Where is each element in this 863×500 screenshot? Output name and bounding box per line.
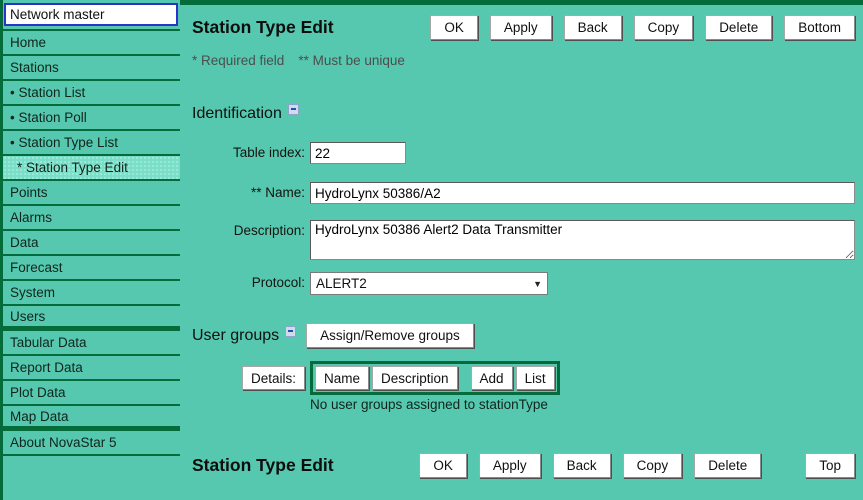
header-title-row: Station Type Edit OK Apply Back Copy Del… <box>192 14 855 40</box>
sidebar-item-alarms[interactable]: Alarms <box>3 206 180 231</box>
footer-button-row: OK Apply Back Copy Delete Top <box>419 452 855 478</box>
required-field-note: * Required field <box>192 53 285 68</box>
name-row: ** Name: <box>192 182 855 204</box>
sidebar-item-report-data[interactable]: Report Data <box>3 356 180 381</box>
bottom-button[interactable]: Bottom <box>784 14 855 40</box>
no-user-groups-message: No user groups assigned to stationType <box>310 397 548 412</box>
network-selector-row: Network master <box>3 0 180 31</box>
sidebar-item-home[interactable]: Home <box>3 31 180 56</box>
sidebar-item-map-data[interactable]: Map Data <box>3 406 180 431</box>
sidebar-item-station-type-edit[interactable]: * Station Type Edit <box>3 156 180 181</box>
sidebar: Network master Home Stations • Station L… <box>0 0 180 500</box>
sidebar-item-station-list[interactable]: • Station List <box>3 81 180 106</box>
minus-glyph <box>288 330 294 332</box>
network-selector-label: Network master <box>10 7 105 22</box>
sidebar-item-data[interactable]: Data <box>3 231 180 256</box>
delete-button[interactable]: Delete <box>705 14 773 40</box>
unique-field-note: ** Must be unique <box>298 53 405 68</box>
details-button[interactable]: Details: <box>241 366 305 390</box>
sidebar-item-points[interactable]: Points <box>3 181 180 206</box>
header-button-row: OK Apply Back Copy Delete Bottom <box>430 14 855 40</box>
user-groups-heading: User groups <box>192 327 280 344</box>
delete-button[interactable]: Delete <box>694 452 762 478</box>
top-button[interactable]: Top <box>805 452 855 478</box>
sidebar-item-station-poll[interactable]: • Station Poll <box>3 106 180 131</box>
copy-button[interactable]: Copy <box>622 452 683 478</box>
identification-heading-row: Identification <box>192 103 855 124</box>
collapse-icon[interactable] <box>285 325 297 337</box>
table-index-row: Table index: <box>192 142 855 164</box>
sidebar-item-forecast[interactable]: Forecast <box>3 256 180 281</box>
protocol-row: Protocol: ALERT2 ▼ <box>192 272 855 295</box>
user-groups-details-row: Details: Name Description Add List <box>192 361 855 395</box>
sidebar-item-about-novastar[interactable]: About NovaStar 5 <box>3 431 180 456</box>
protocol-label: Protocol: <box>251 275 305 290</box>
user-groups-button-frame: Name Description Add List <box>310 361 560 395</box>
sidebar-item-users[interactable]: Users <box>3 306 180 331</box>
network-selector[interactable]: Network master <box>4 3 178 26</box>
back-button[interactable]: Back <box>563 14 622 40</box>
description-row: Description: HydroLynx 50386 Alert2 Data… <box>192 220 855 260</box>
footer-title-row: Station Type Edit OK Apply Back Copy Del… <box>192 452 855 478</box>
details-button-cell: Details: <box>192 366 310 390</box>
sort-by-description-button[interactable]: Description <box>372 366 458 390</box>
description-textarea[interactable]: HydroLynx 50386 Alert2 Data Transmitter <box>310 220 855 260</box>
sidebar-item-stations[interactable]: Stations <box>3 56 180 81</box>
ok-button[interactable]: OK <box>430 14 478 40</box>
sidebar-item-system[interactable]: System <box>3 281 180 306</box>
top-divider-bar <box>180 0 863 5</box>
description-label: Description: <box>233 223 305 238</box>
page-title: Station Type Edit <box>192 16 334 37</box>
table-index-input[interactable] <box>310 142 406 164</box>
identification-heading: Identification <box>192 105 282 122</box>
protocol-selected-value: ALERT2 <box>316 276 367 291</box>
copy-button[interactable]: Copy <box>633 14 694 40</box>
dropdown-arrow-icon: ▼ <box>533 278 542 289</box>
footer-page-title: Station Type Edit <box>192 454 334 475</box>
sidebar-item-station-type-list[interactable]: • Station Type List <box>3 131 180 156</box>
name-label: ** Name: <box>250 185 305 200</box>
minus-glyph <box>290 108 296 110</box>
add-button[interactable]: Add <box>470 366 513 390</box>
apply-button[interactable]: Apply <box>478 452 541 478</box>
ok-button[interactable]: OK <box>419 452 467 478</box>
sidebar-item-plot-data[interactable]: Plot Data <box>3 381 180 406</box>
sort-by-name-button[interactable]: Name <box>315 366 370 390</box>
user-groups-heading-row: User groups Assign/Remove groups <box>192 322 855 349</box>
back-button[interactable]: Back <box>552 452 611 478</box>
main-content: Station Type Edit OK Apply Back Copy Del… <box>180 0 863 500</box>
protocol-select[interactable]: ALERT2 ▼ <box>310 272 548 295</box>
table-index-label: Table index: <box>232 145 305 160</box>
apply-button[interactable]: Apply <box>489 14 552 40</box>
field-notes: * Required field ** Must be unique <box>192 53 855 68</box>
name-input[interactable] <box>310 182 855 204</box>
assign-remove-groups-button[interactable]: Assign/Remove groups <box>306 322 474 348</box>
list-button[interactable]: List <box>515 366 555 390</box>
sidebar-item-tabular-data[interactable]: Tabular Data <box>3 331 180 356</box>
collapse-icon[interactable] <box>287 103 299 115</box>
